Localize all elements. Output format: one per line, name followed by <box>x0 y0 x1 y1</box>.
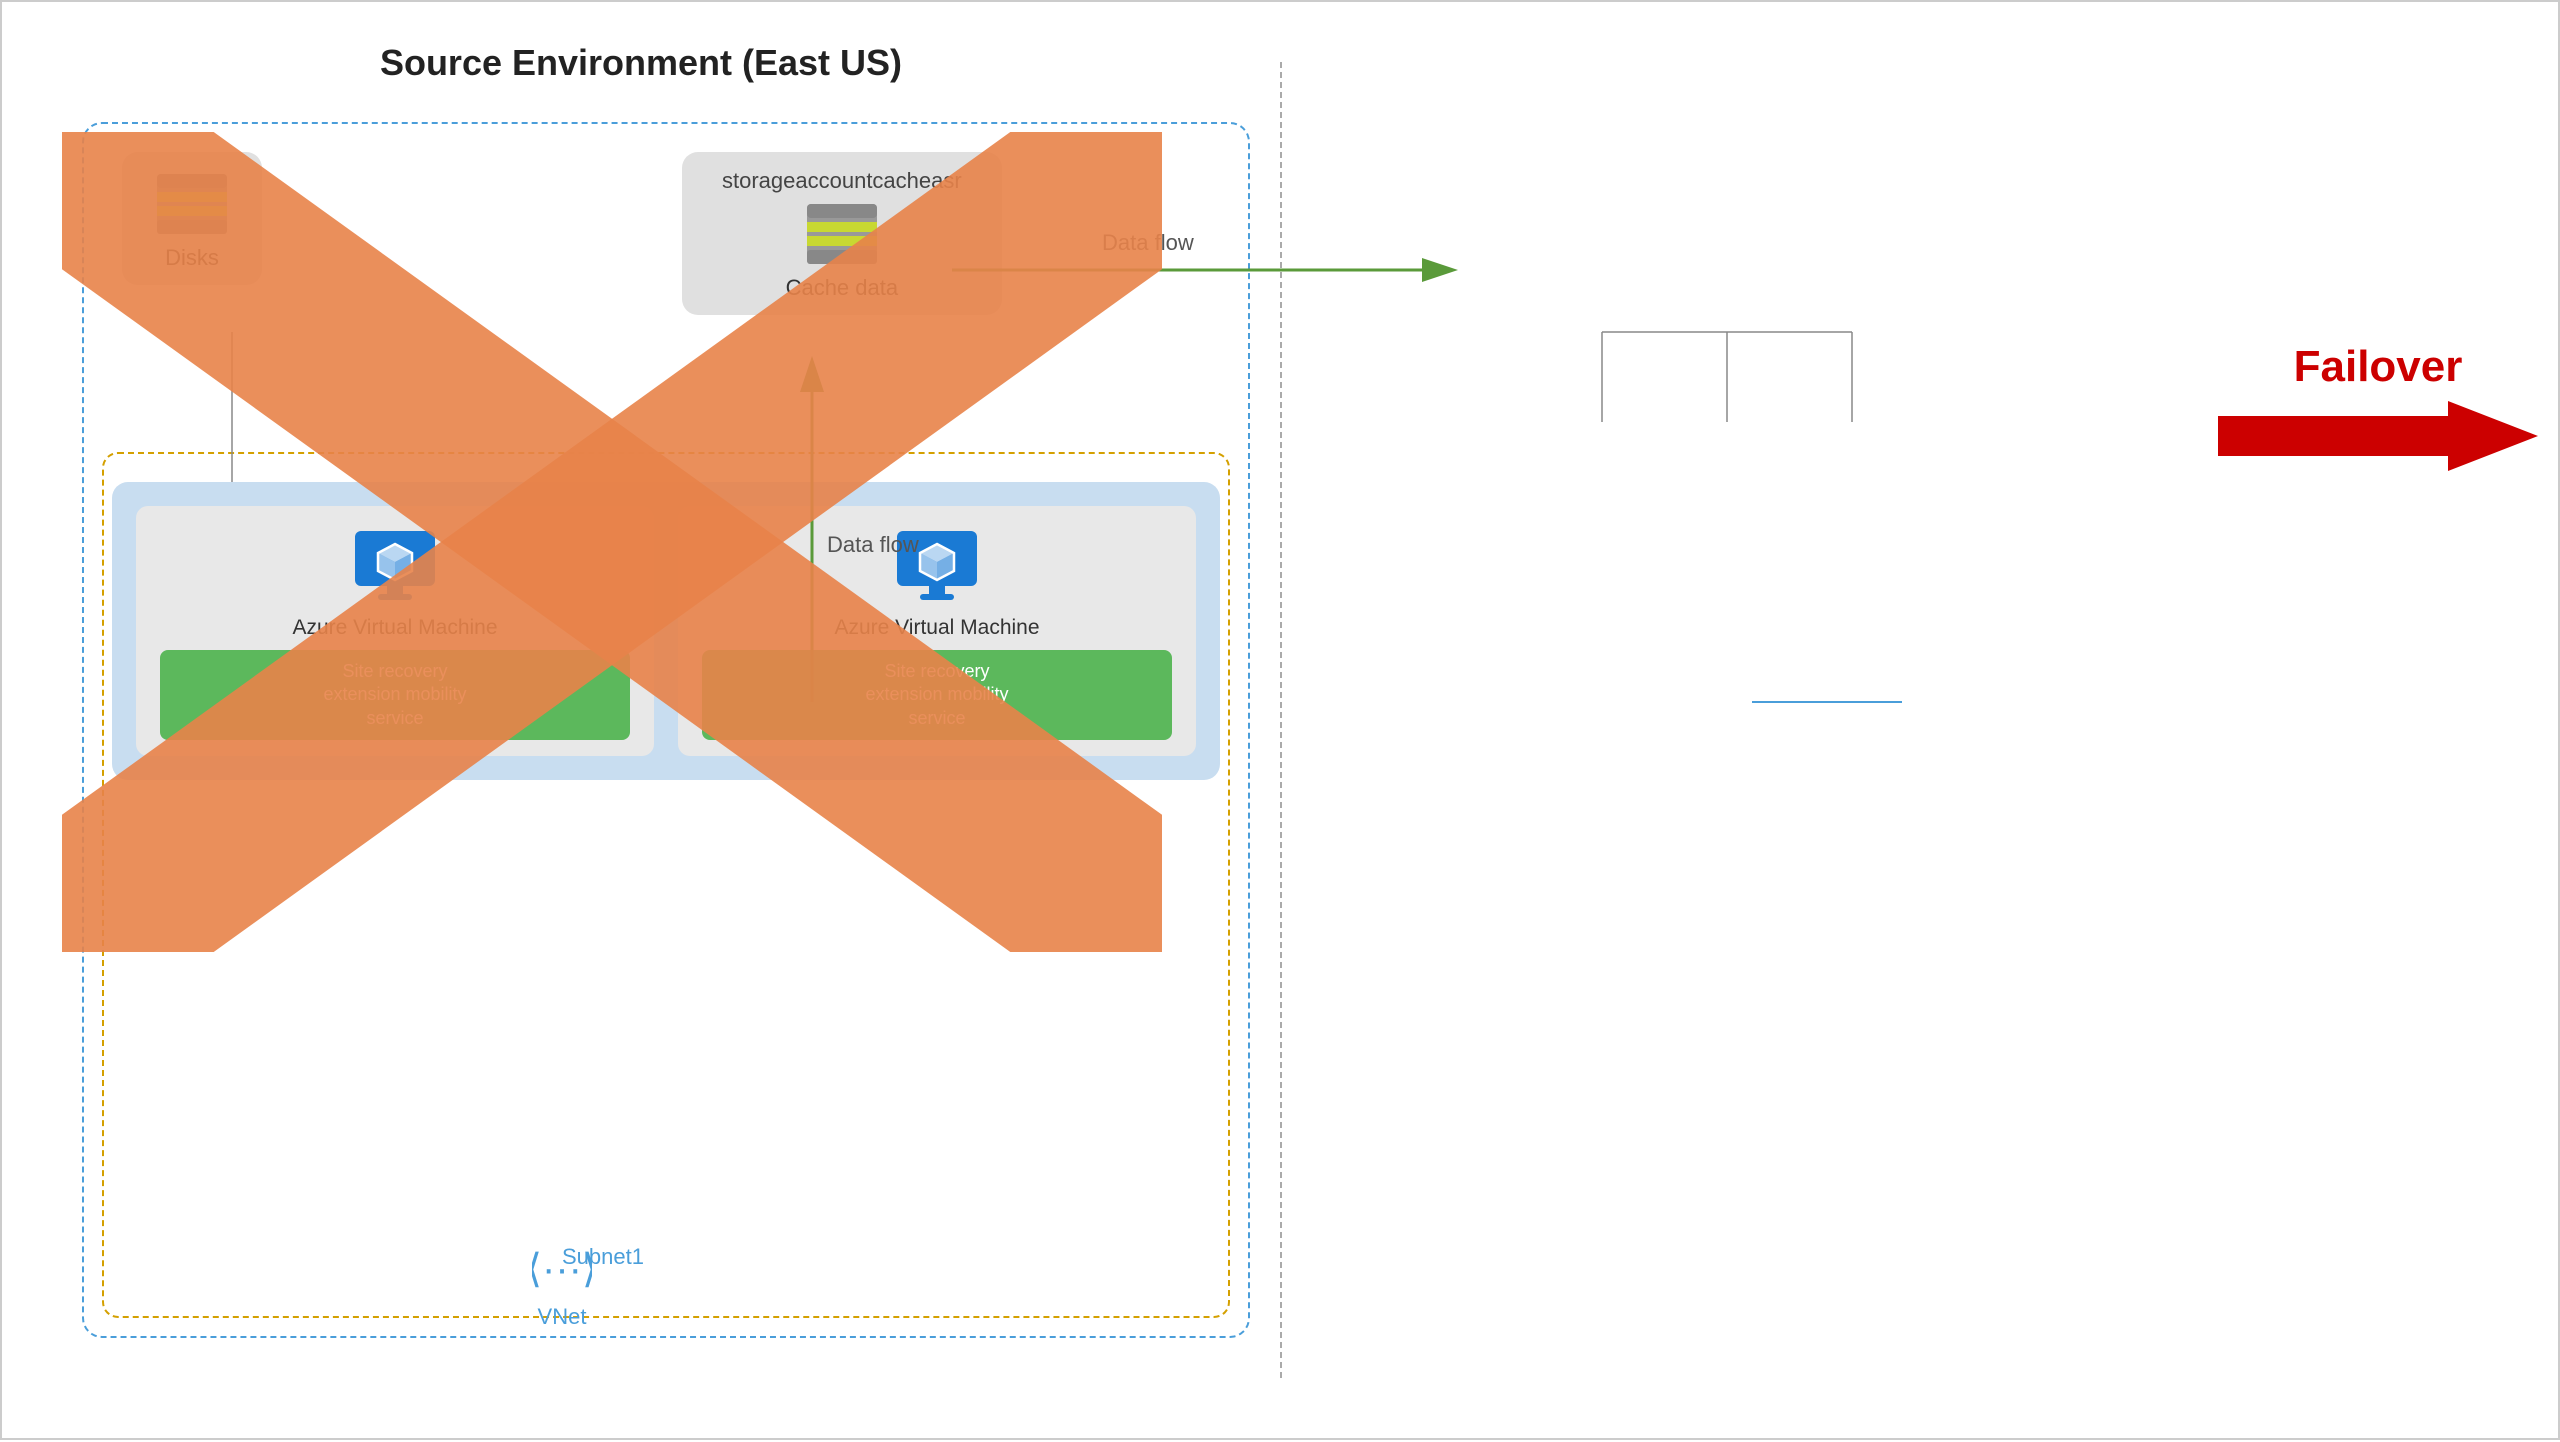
cache-data-label: Cache data <box>786 275 899 301</box>
cache-storage-name: storageaccountcacheasr <box>722 168 962 194</box>
source-vm-group: Azure Virtual Machine Site recoveryexten… <box>112 482 1220 780</box>
disk-icon-1 <box>152 172 232 237</box>
source-vnet-label: VNet <box>538 1304 587 1330</box>
vm-icon-1 <box>350 526 440 606</box>
source-disk-label-1: Disks <box>165 245 219 271</box>
source-disk-1: Disks <box>152 172 232 271</box>
source-vm-label-2: Azure Virtual Machine <box>834 616 1039 640</box>
source-vm-1: Azure Virtual Machine Site recoveryexten… <box>136 506 654 756</box>
failover-arrow: Failover <box>2218 342 2538 476</box>
diagram-container: Source Environment (East US) Disks stora… <box>0 0 2560 1440</box>
source-service-badge-1: Site recoveryextension mobilityservice <box>160 650 630 740</box>
source-storage-group: Disks <box>122 152 262 285</box>
source-service-badge-2: Site recoveryextension mobilityservice <box>702 650 1172 740</box>
source-vm-label-1: Azure Virtual Machine <box>292 616 497 640</box>
source-vnet: ⟨···⟩ VNet <box>532 1246 592 1330</box>
vm-icon-2 <box>892 526 982 606</box>
failover-arrow-svg <box>2218 396 2538 476</box>
cache-disk-icon <box>802 202 882 267</box>
vnet-icon: ⟨···⟩ <box>532 1246 592 1296</box>
divider-line <box>1280 62 1282 1378</box>
source-env-title: Source Environment (East US) <box>42 42 1240 84</box>
cache-storage-box: storageaccountcacheasr Cache data <box>682 152 1002 315</box>
svg-text:⟨···⟩: ⟨···⟩ <box>532 1247 592 1291</box>
failover-label: Failover <box>2294 342 2463 392</box>
source-vm-2: Azure Virtual Machine Site recoveryexten… <box>678 506 1196 756</box>
source-env-panel: Source Environment (East US) Disks stora… <box>2 2 1280 1438</box>
